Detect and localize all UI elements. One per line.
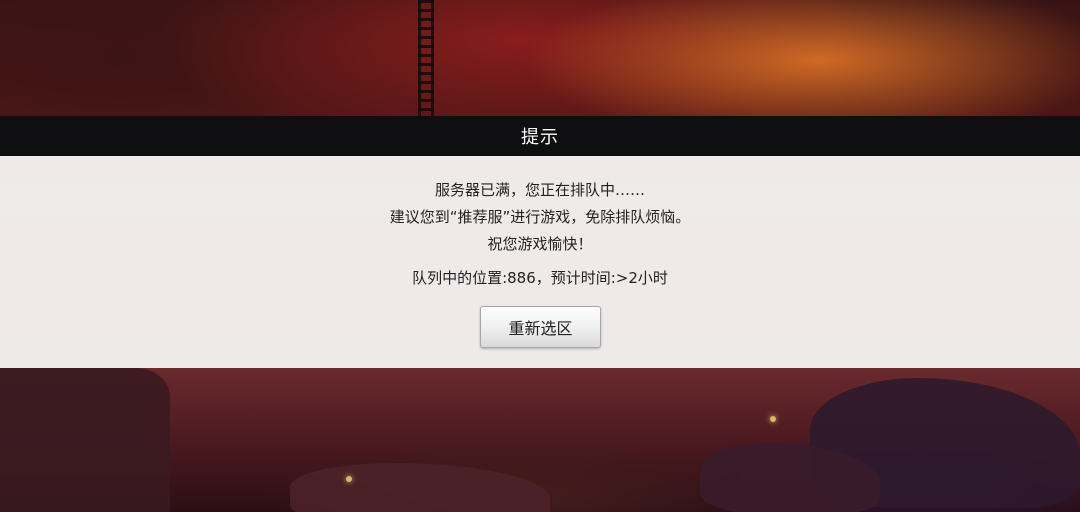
server-full-message: 服务器已满，您正在排队中…… xyxy=(434,181,645,199)
recommend-server-message: 建议您到“推荐服”进行游戏，免除排队烦恼。 xyxy=(389,208,691,226)
queue-status: 队列中的位置:886，预计时间:>2小时 xyxy=(412,269,668,287)
radio-tower-silhouette xyxy=(418,0,434,118)
dialog-title: 提示 xyxy=(521,127,559,148)
rock-formation xyxy=(0,368,170,512)
game-background: 提示 服务器已满，您正在排队中…… 建议您到“推荐服”进行游戏，免除排队烦恼。 … xyxy=(0,0,1080,512)
reselect-server-button[interactable]: 重新选区 xyxy=(480,306,601,348)
greeting-message: 祝您游戏愉快！ xyxy=(487,235,593,253)
floating-ember xyxy=(346,476,352,482)
floating-ember xyxy=(770,416,776,422)
dialog-title-bar: 提示 xyxy=(0,116,1080,156)
ruins-landscape xyxy=(0,368,1080,512)
rock-formation xyxy=(290,463,550,512)
